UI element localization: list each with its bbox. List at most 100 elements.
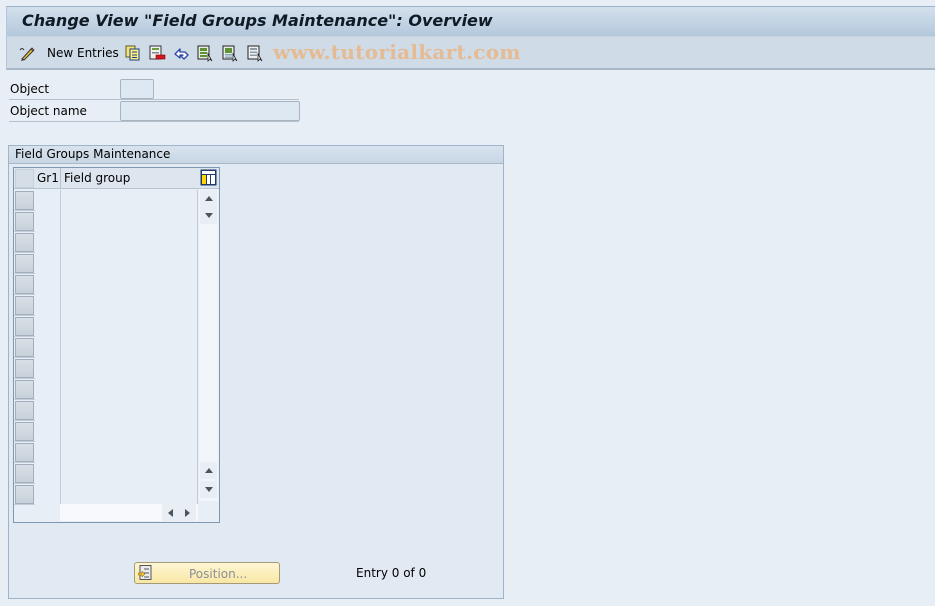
column-header-gr1[interactable]: Gr1 xyxy=(37,171,59,185)
cell-gr1[interactable] xyxy=(35,253,61,274)
scroll-up-button[interactable] xyxy=(200,190,217,207)
cell-field-group[interactable] xyxy=(61,232,198,253)
row-selector[interactable] xyxy=(15,275,34,294)
page-down-button[interactable] xyxy=(200,481,217,498)
table-row xyxy=(14,358,198,379)
cell-field-group[interactable] xyxy=(61,337,198,358)
horizontal-scrollbar[interactable] xyxy=(60,504,198,521)
row-selector[interactable] xyxy=(15,443,34,462)
cell-field-group[interactable] xyxy=(61,421,198,442)
object-name-label: Object name xyxy=(10,104,87,118)
select-block-button[interactable] xyxy=(222,44,239,62)
cell-field-group[interactable] xyxy=(61,253,198,274)
scroll-down-button[interactable] xyxy=(200,207,217,224)
cell-field-group[interactable] xyxy=(61,274,198,295)
cell-field-group[interactable] xyxy=(61,358,198,379)
row-selector[interactable] xyxy=(15,191,34,210)
page-up-button[interactable] xyxy=(200,462,217,479)
table-row xyxy=(14,253,198,274)
object-name-input[interactable] xyxy=(120,101,300,121)
arrow-down-icon xyxy=(204,487,213,492)
select-all-rows-button[interactable] xyxy=(15,169,34,188)
cell-field-group[interactable] xyxy=(61,484,198,505)
display-change-icon xyxy=(19,47,35,61)
row-selector[interactable] xyxy=(15,464,34,483)
delete-icon xyxy=(149,45,166,60)
cell-gr1[interactable] xyxy=(35,274,61,295)
deselect-all-icon xyxy=(247,45,263,62)
row-selector[interactable] xyxy=(15,233,34,252)
cell-gr1[interactable] xyxy=(35,337,61,358)
column-separator[interactable] xyxy=(60,168,61,189)
cell-field-group[interactable] xyxy=(61,400,198,421)
row-selector[interactable] xyxy=(15,212,34,231)
scroll-left-button[interactable] xyxy=(162,504,179,521)
table-row xyxy=(14,274,198,295)
row-selector[interactable] xyxy=(15,317,34,336)
arrow-up-icon xyxy=(204,196,213,201)
object-field-row: Object xyxy=(9,79,299,100)
cell-field-group[interactable] xyxy=(61,463,198,484)
table-row xyxy=(14,316,198,337)
row-selector[interactable] xyxy=(15,338,34,357)
object-input[interactable] xyxy=(120,79,154,99)
arrow-down-icon xyxy=(204,213,213,218)
row-selector[interactable] xyxy=(15,296,34,315)
cell-gr1[interactable] xyxy=(35,463,61,484)
cell-field-group[interactable] xyxy=(61,442,198,463)
table-row xyxy=(14,400,198,421)
watermark-text: www.tutorialkart.com xyxy=(273,40,521,64)
groupbox-title: Field Groups Maintenance xyxy=(9,146,503,164)
table-settings-icon[interactable] xyxy=(200,169,217,186)
table-row xyxy=(14,421,198,442)
cell-gr1[interactable] xyxy=(35,400,61,421)
cell-field-group[interactable] xyxy=(61,379,198,400)
arrow-left-icon xyxy=(168,508,173,517)
undo-change-button[interactable] xyxy=(173,44,190,62)
cell-gr1[interactable] xyxy=(35,316,61,337)
undo-change-icon xyxy=(174,48,189,60)
table-row xyxy=(14,232,198,253)
cell-field-group[interactable] xyxy=(61,316,198,337)
row-selector[interactable] xyxy=(15,380,34,399)
deselect-all-button[interactable] xyxy=(247,44,264,62)
row-selector[interactable] xyxy=(15,359,34,378)
cell-field-group[interactable] xyxy=(61,211,198,232)
field-groups-table: Gr1 Field group xyxy=(13,167,220,523)
row-selector[interactable] xyxy=(15,401,34,420)
cell-gr1[interactable] xyxy=(35,358,61,379)
cell-gr1[interactable] xyxy=(35,190,61,211)
cell-gr1[interactable] xyxy=(35,379,61,400)
entry-count: Entry 0 of 0 xyxy=(356,566,427,580)
page-title: Change View "Field Groups Maintenance": … xyxy=(22,11,493,30)
table-row xyxy=(14,442,198,463)
vertical-scrollbar[interactable] xyxy=(199,189,218,501)
new-entries-button[interactable]: New Entries xyxy=(41,44,119,62)
row-selector[interactable] xyxy=(15,485,34,504)
cell-gr1[interactable] xyxy=(35,295,61,316)
position-button[interactable]: Position... xyxy=(134,562,280,584)
display-change-button[interactable] xyxy=(17,44,35,62)
column-header-field-group[interactable]: Field group xyxy=(64,171,130,185)
cell-field-group[interactable] xyxy=(61,295,198,316)
position-button-label: Position... xyxy=(189,567,248,581)
scroll-right-button[interactable] xyxy=(179,504,196,521)
position-icon xyxy=(138,565,152,580)
cell-gr1[interactable] xyxy=(35,484,61,505)
select-all-icon xyxy=(197,45,213,62)
table-row xyxy=(14,463,198,484)
table-header: Gr1 Field group xyxy=(14,168,219,189)
delete-button[interactable] xyxy=(149,44,166,62)
new-entries-label: New Entries xyxy=(47,46,119,60)
table-row xyxy=(14,337,198,358)
cell-field-group[interactable] xyxy=(61,190,198,211)
select-all-button[interactable] xyxy=(197,44,214,62)
row-selector[interactable] xyxy=(15,422,34,441)
cell-gr1[interactable] xyxy=(35,211,61,232)
cell-gr1[interactable] xyxy=(35,421,61,442)
cell-gr1[interactable] xyxy=(35,232,61,253)
row-selector[interactable] xyxy=(15,254,34,273)
copy-as-button[interactable] xyxy=(125,44,141,62)
application-toolbar: New Entries www.tutorialkart.com xyxy=(6,37,935,70)
cell-gr1[interactable] xyxy=(35,442,61,463)
